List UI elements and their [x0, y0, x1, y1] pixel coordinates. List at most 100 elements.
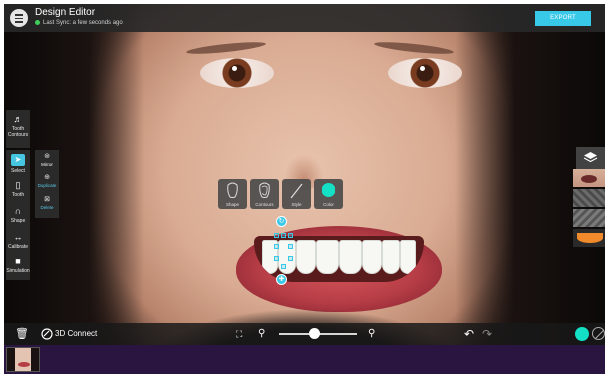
left-eye — [200, 58, 274, 88]
design-editor-window: Design Editor Last Sync: a few seconds a… — [4, 4, 605, 374]
no-color-slash-icon — [594, 329, 605, 340]
resize-handle[interactable] — [288, 256, 293, 261]
resize-handle[interactable] — [274, 244, 279, 249]
rotate-handle-icon[interactable]: ↻ — [276, 216, 287, 227]
tool-tooth[interactable]: ▯ Tooth — [6, 180, 30, 198]
thumbnail-hair-right — [31, 348, 39, 371]
color-circle-icon — [322, 183, 335, 197]
hamburger-icon — [15, 14, 23, 16]
style-button-label: Style — [291, 202, 302, 207]
resize-handle[interactable] — [281, 264, 286, 269]
tooth-contours-panel: ♬ Tooth Contours — [6, 110, 30, 148]
duplicate-button[interactable]: ⊕ Duplicate — [35, 174, 59, 188]
tooth[interactable] — [400, 240, 416, 274]
top-bar: Design Editor Last Sync: a few seconds a… — [4, 4, 605, 32]
tool-shape[interactable]: ∩ Shape — [6, 206, 30, 224]
select-subtools-panel: ⊛ Mirror ⊕ Duplicate ⊠ Delete — [35, 150, 59, 218]
calibrate-arrows-icon: ↔ — [13, 232, 23, 242]
left-toolbar: ➤ Select ▯ Tooth ∩ Shape ↔ Calibrate ■ S… — [6, 150, 30, 280]
tool-label: Simulation — [6, 268, 30, 274]
cursor-icon: ➤ — [11, 154, 25, 166]
zoom-out-icon[interactable]: ⚲ — [258, 327, 265, 341]
thumbnail-lips — [18, 362, 30, 367]
zoom-in-icon[interactable]: ⚲ — [368, 327, 375, 341]
trash-icon[interactable]: 🗑 — [15, 327, 29, 341]
mirror-button[interactable]: ⊛ Mirror — [35, 153, 59, 167]
tooth-contours-tool[interactable]: ♬ Tooth Contours — [6, 114, 30, 138]
tooth[interactable] — [382, 240, 400, 274]
layer-thumbnail-grid[interactable] — [573, 209, 605, 227]
tooth-color-swatch[interactable] — [575, 327, 589, 341]
thumbnail-lip-shape — [577, 233, 603, 243]
tool-label: Select — [11, 168, 25, 174]
3d-connect-button[interactable]: 3D Connect — [55, 329, 97, 338]
color-button-label: Color — [323, 202, 334, 207]
delete-icon: ⊠ — [44, 196, 50, 203]
tooth-floating-toolbar: Shape Contours Style Color — [218, 179, 346, 209]
layer-thumbnail-photo[interactable] — [573, 169, 605, 187]
tooth-outline-icon: ▯ — [15, 180, 21, 190]
delete-button[interactable]: ⊠ Delete — [35, 196, 59, 210]
layers-button[interactable] — [576, 147, 605, 169]
right-eyebrow — [373, 39, 455, 57]
tooth-contours-icon: ♬ — [13, 114, 23, 124]
move-handle-icon[interactable]: ✚ — [276, 274, 287, 285]
layers-icon — [583, 152, 598, 163]
thumbnail-lips — [581, 175, 597, 183]
layer-thumbnail-contours[interactable] — [573, 189, 605, 207]
tool-label: Tooth — [11, 192, 25, 198]
tool-label: Calibrate — [7, 244, 28, 250]
shape-button-label: Shape — [225, 202, 239, 207]
app-title: Design Editor — [35, 7, 96, 18]
sync-status-text: Last Sync: a few seconds ago — [43, 20, 123, 27]
hamburger-icon — [15, 17, 23, 19]
tooth-contour-icon — [259, 182, 270, 198]
shape-curve-icon: ∩ — [14, 206, 22, 216]
tooth-shape-icon — [227, 182, 238, 198]
photo-strip-thumbnail[interactable] — [6, 347, 40, 372]
subtool-label: Duplicate — [37, 183, 57, 188]
subtool-label: Mirror — [41, 162, 53, 167]
style-line-icon — [290, 183, 303, 199]
duplicate-icon: ⊕ — [44, 174, 50, 181]
style-button[interactable]: Style — [282, 179, 311, 209]
resize-handle[interactable] — [288, 244, 293, 249]
no-color-button[interactable] — [592, 327, 605, 340]
tooth[interactable] — [316, 240, 339, 274]
color-button[interactable]: Color — [314, 179, 343, 209]
3d-connect-icon — [41, 328, 53, 340]
right-eye — [388, 58, 462, 88]
left-eyebrow — [185, 39, 267, 57]
menu-button[interactable] — [10, 9, 28, 27]
subtool-label: Delete — [40, 205, 54, 210]
tool-calibrate[interactable]: ↔ Calibrate — [6, 232, 30, 250]
resize-handle[interactable] — [288, 233, 293, 238]
resize-handle[interactable] — [274, 233, 279, 238]
zoom-slider-thumb[interactable] — [308, 328, 320, 339]
tool-label: Shape — [10, 218, 26, 224]
sync-status: Last Sync: a few seconds ago — [35, 20, 123, 26]
tooth[interactable] — [339, 240, 362, 274]
resize-handle[interactable] — [274, 256, 279, 261]
tool-select[interactable]: ➤ Select — [6, 154, 30, 174]
hamburger-icon — [15, 21, 23, 23]
tooth-contours-label: Tooth Contours — [7, 126, 29, 138]
photo-strip — [4, 345, 605, 374]
shape-button[interactable]: Shape — [218, 179, 247, 209]
bottom-toolbar: 🗑 3D Connect ⛶ ⚲ ⚲ ↶ ↷ — [4, 323, 605, 345]
tooth[interactable] — [296, 240, 316, 274]
tooth[interactable] — [362, 240, 382, 274]
sync-status-dot-icon — [35, 20, 40, 25]
resize-handle[interactable] — [281, 233, 286, 238]
layer-thumbnail-lips[interactable] — [573, 229, 605, 247]
redo-icon[interactable]: ↷ — [482, 327, 492, 341]
thumbnail-hair-left — [7, 348, 15, 371]
tool-simulation[interactable]: ■ Simulation — [6, 256, 30, 274]
simulation-icon: ■ — [15, 256, 21, 266]
export-button[interactable]: EXPORT — [535, 11, 591, 26]
undo-icon[interactable]: ↶ — [464, 327, 474, 341]
contours-button[interactable]: Contours — [250, 179, 279, 209]
contours-button-label: Contours — [255, 202, 274, 207]
fit-screen-icon[interactable]: ⛶ — [236, 327, 242, 341]
mirror-icon: ⊛ — [44, 153, 50, 160]
